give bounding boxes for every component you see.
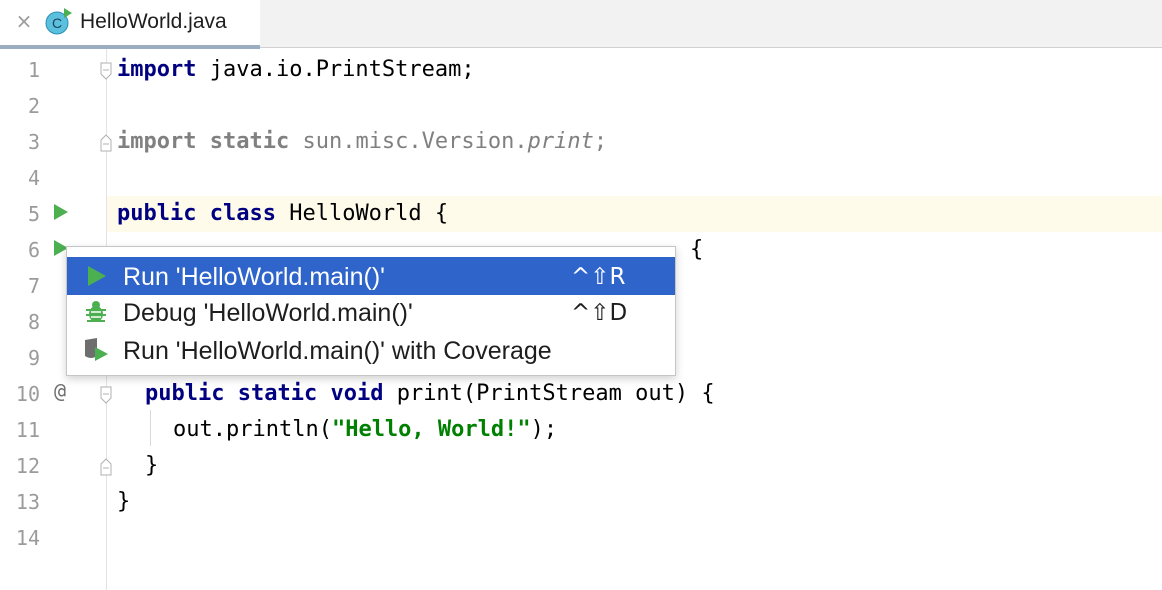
code-line: import java.io.PrintStream; [117,57,475,82]
fold-icon[interactable] [99,134,113,152]
svg-text:C: C [52,15,62,31]
line-number: 5 [27,202,40,226]
tab-title: HelloWorld.java [80,10,227,33]
code-line: { [690,237,704,262]
code-line: public static void print(PrintStream out… [145,381,715,406]
run-arrow-icon[interactable] [54,204,68,220]
line-number: 4 [27,166,40,190]
close-tab-icon[interactable]: × [14,10,34,32]
line-number: 2 [27,94,40,118]
line-number: 1 [27,58,40,82]
fold-icon[interactable] [99,458,113,476]
tab-helloworld-java[interactable]: × C HelloWorld.java [0,0,260,49]
code-line: } [145,453,159,478]
run-main-menu-item[interactable]: Run 'HelloWorld.main()' ^⇧R [67,257,675,295]
debug-main-menu-item[interactable]: Debug 'HelloWorld.main()' ^⇧D [67,293,675,331]
line-number: 9 [27,346,40,370]
debug-icon [86,301,106,322]
run-icon [88,266,106,286]
line-number: 14 [15,526,40,550]
indent-guide [150,410,151,446]
editor-tab-bar: × C HelloWorld.java [0,0,1162,49]
line-number: 7 [27,274,40,298]
run-with-coverage-menu-item[interactable]: Run 'HelloWorld.main()' with Coverage [67,331,675,369]
run-context-popup: Run 'HelloWorld.main()' ^⇧R Debug 'Hello… [66,246,676,376]
line-number: 6 [27,238,40,262]
java-class-runnable-icon: C [45,8,72,35]
code-line: public class HelloWorld { [117,201,449,226]
line-number: 12 [15,454,40,478]
line-number: 8 [27,310,40,334]
line-number: 11 [15,418,40,442]
coverage-icon [85,338,108,361]
code-line: import static sun.misc.Version.print; [117,129,608,154]
code-line: out.println("Hello, World!"); [173,417,558,442]
line-number: 3 [27,130,40,154]
line-number: 10 [15,382,40,406]
line-number: 13 [15,490,40,514]
fold-icon[interactable] [99,62,113,80]
fold-icon[interactable] [99,386,113,404]
code-line: } [117,489,131,514]
implemented-at-icon[interactable]: @ [54,376,66,406]
